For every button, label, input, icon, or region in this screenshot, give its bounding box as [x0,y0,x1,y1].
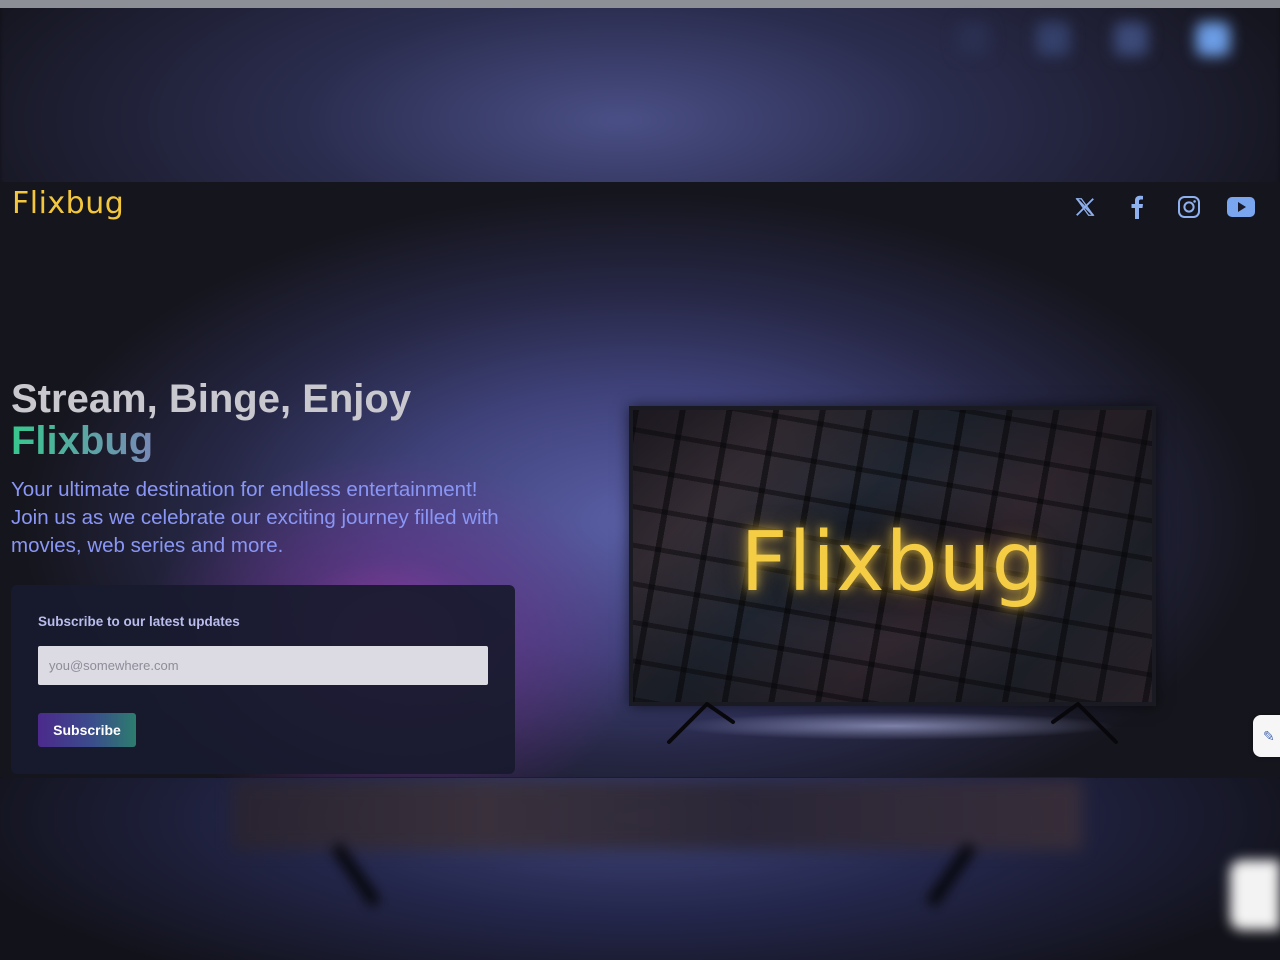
x-twitter-link[interactable] [1070,192,1100,222]
tv-frame: Flixbug [629,406,1156,706]
x-twitter-icon [1074,196,1096,218]
chat-icon: ✎ [1263,728,1275,744]
hero-title-brand: Flixbug [11,420,411,462]
youtube-icon [1227,196,1255,218]
subscribe-button[interactable]: Subscribe [38,713,136,747]
youtube-link[interactable] [1226,192,1256,222]
hero-title-line1: Stream, Binge, Enjoy [11,377,412,421]
blurred-corner-widget [1230,860,1280,930]
instagram-link[interactable] [1174,192,1204,222]
hero-description: Your ultimate destination for endless en… [11,478,499,557]
tv-illustration: Flixbug [629,406,1156,746]
facebook-icon [1130,195,1144,219]
subscribe-title: Subscribe to our latest updates [38,614,240,629]
social-links [1070,192,1256,222]
tv-stand [667,702,1118,744]
instagram-icon [1177,195,1201,219]
browser-top-strip [0,0,1280,8]
blurred-social-icon [1196,22,1230,56]
blurred-tv [232,780,1082,850]
blurred-social-icon [1036,22,1070,56]
floating-help-widget[interactable]: ✎ [1253,715,1280,757]
email-input[interactable] [38,646,488,685]
subscribe-card: Subscribe to our latest updates Subscrib… [11,585,515,774]
blurred-social-icon [1114,22,1148,56]
site-logo[interactable]: Flixbug [12,186,124,221]
tv-screen-logo: Flixbug [740,515,1045,610]
blurred-social-icon [956,22,990,56]
facebook-link[interactable] [1122,192,1152,222]
hero-title: Stream, Binge, Enjoy Flixbug [11,378,411,462]
hero-section: Flixbug Stream, Binge, Enjoy Flixbug You… [0,182,1280,777]
